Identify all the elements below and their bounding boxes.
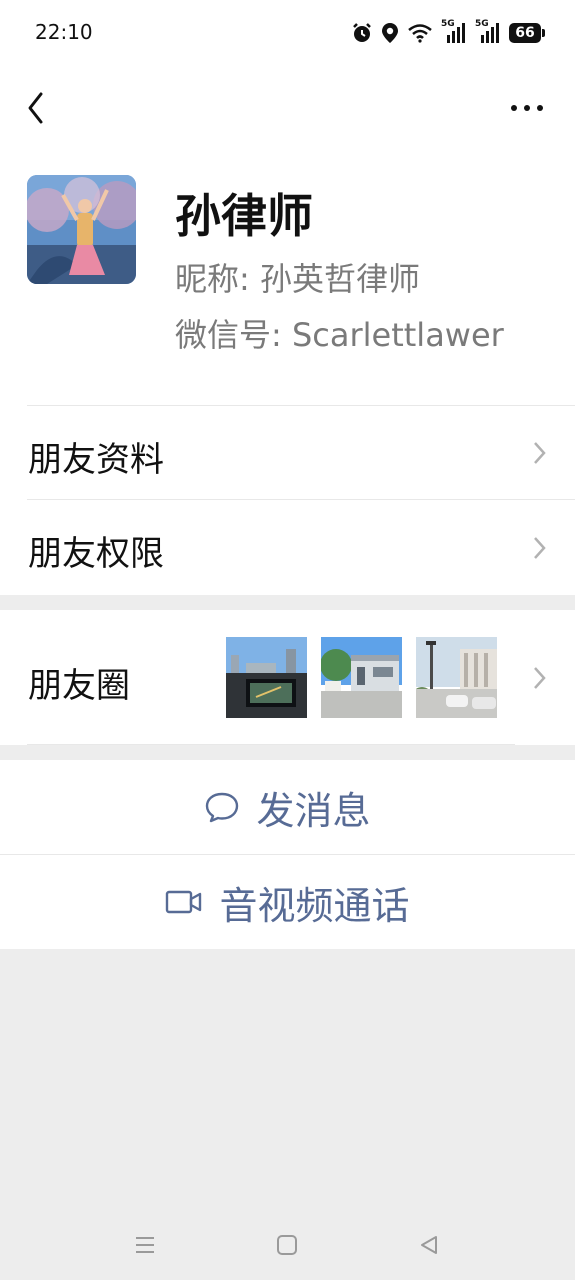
moments-row[interactable]: 朋友圈 xyxy=(0,610,575,745)
video-camera-icon xyxy=(166,890,202,914)
status-time: 22:10 xyxy=(35,20,93,44)
chat-bubble-icon xyxy=(206,792,239,823)
wifi-icon xyxy=(408,24,432,43)
home-icon[interactable] xyxy=(276,1234,298,1256)
cellular-signal-1-icon: 5G xyxy=(441,19,467,43)
video-call-label: 音视频通话 xyxy=(219,883,410,928)
status-bar: 22:10 5G 5G 66 xyxy=(0,0,575,64)
send-message-label: 发消息 xyxy=(256,788,371,833)
moments-thumbnail xyxy=(416,637,497,718)
moments-thumbnail xyxy=(226,637,307,718)
contact-nickname: 昵称: 孙英哲律师 xyxy=(175,260,420,298)
contact-wechat-id: 微信号: Scarlettlawer xyxy=(175,316,504,354)
moments-thumbnail xyxy=(321,637,402,718)
send-message-button[interactable]: 发消息 xyxy=(0,760,575,854)
friend-info-row[interactable]: 朋友资料 xyxy=(0,406,575,499)
friend-info-label: 朋友资料 xyxy=(28,440,164,480)
friend-permissions-row[interactable]: 朋友权限 xyxy=(0,500,575,595)
more-options-icon[interactable] xyxy=(509,96,545,120)
cellular-signal-2-icon: 5G xyxy=(475,19,501,43)
chevron-right-icon xyxy=(534,537,546,559)
avatar[interactable] xyxy=(27,175,136,284)
moments-label: 朋友圈 xyxy=(28,666,130,706)
video-call-button[interactable]: 音视频通话 xyxy=(0,855,575,949)
battery-indicator: 66 xyxy=(509,23,545,43)
system-navigation-bar xyxy=(0,1210,575,1280)
status-icons: 5G 5G 66 xyxy=(351,19,545,46)
alarm-icon xyxy=(353,23,371,42)
back-nav-icon[interactable] xyxy=(418,1234,440,1256)
menu-icon[interactable] xyxy=(134,1234,156,1256)
back-icon[interactable] xyxy=(22,88,52,128)
contact-name: 孙律师 xyxy=(175,189,313,243)
location-icon xyxy=(382,23,398,43)
divider xyxy=(27,744,515,745)
chevron-right-icon xyxy=(534,667,546,689)
chevron-right-icon xyxy=(534,442,546,464)
friend-permissions-label: 朋友权限 xyxy=(28,534,164,574)
